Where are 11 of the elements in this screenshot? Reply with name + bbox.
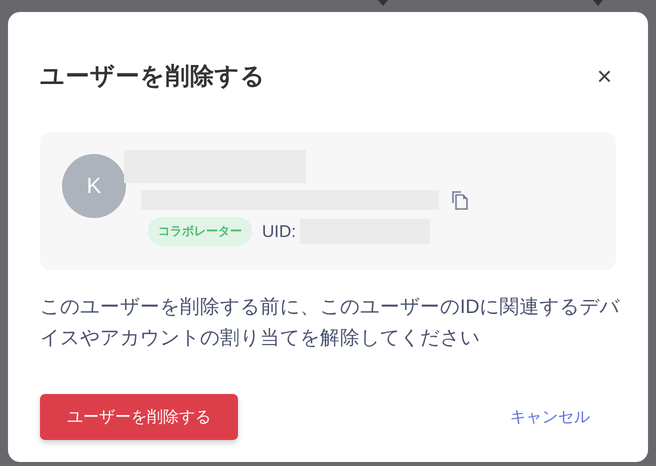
avatar: K: [62, 154, 126, 218]
copy-icon[interactable]: [451, 190, 469, 210]
warning-message: このユーザーを削除する前に、このユーザーのIDに関連するデバイスやアカウントの割り当てを解除してください: [40, 295, 620, 351]
role-badge: コラボレーター: [148, 217, 252, 246]
caret-icon: [378, 0, 388, 6]
cancel-link[interactable]: キャンセル: [504, 406, 596, 428]
dialog-title: ユーザーを削除する: [40, 62, 266, 92]
delete-user-button[interactable]: ユーザーを削除する: [40, 394, 238, 440]
close-button[interactable]: ×: [592, 63, 616, 89]
uid-label: UID:: [262, 222, 296, 242]
caret-icon: [593, 0, 603, 6]
